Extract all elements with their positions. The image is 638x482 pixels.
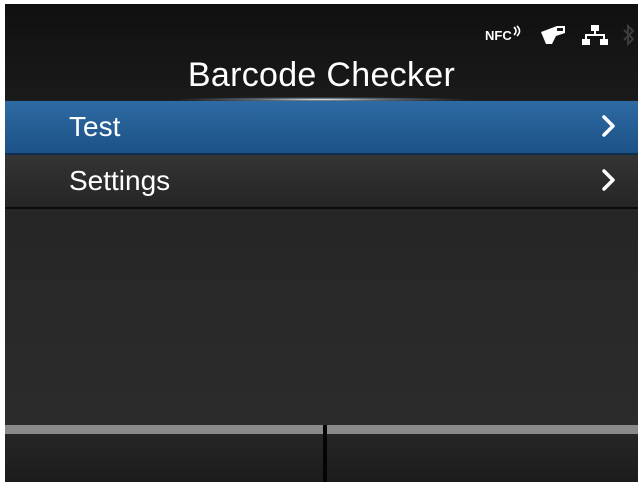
network-icon [581, 25, 608, 45]
softkey-left[interactable] [5, 434, 323, 482]
chevron-right-icon [602, 115, 615, 137]
page-title: Barcode Checker [187, 56, 456, 94]
softkey-divider [5, 425, 638, 434]
barcode-checker-icon [540, 26, 565, 44]
nfc-icon: NFC [485, 24, 524, 43]
menu-item-label: Settings [69, 165, 171, 196]
nfc-label: NFC [485, 27, 512, 43]
chevron-right-icon [602, 169, 615, 191]
menu-item-settings[interactable]: Settings [5, 155, 638, 209]
bluetooth-icon [623, 23, 635, 47]
softkey-right[interactable] [327, 434, 638, 482]
menu-item-test[interactable]: Test [5, 101, 638, 155]
status-bar: NFC [485, 21, 636, 49]
menu-list: Test Settings [5, 101, 638, 209]
header: NFC Barcode Checker [5, 4, 638, 102]
printer-screen: NFC Barcode Checker Test Settings [5, 4, 638, 482]
menu-item-label: Test [69, 111, 121, 142]
